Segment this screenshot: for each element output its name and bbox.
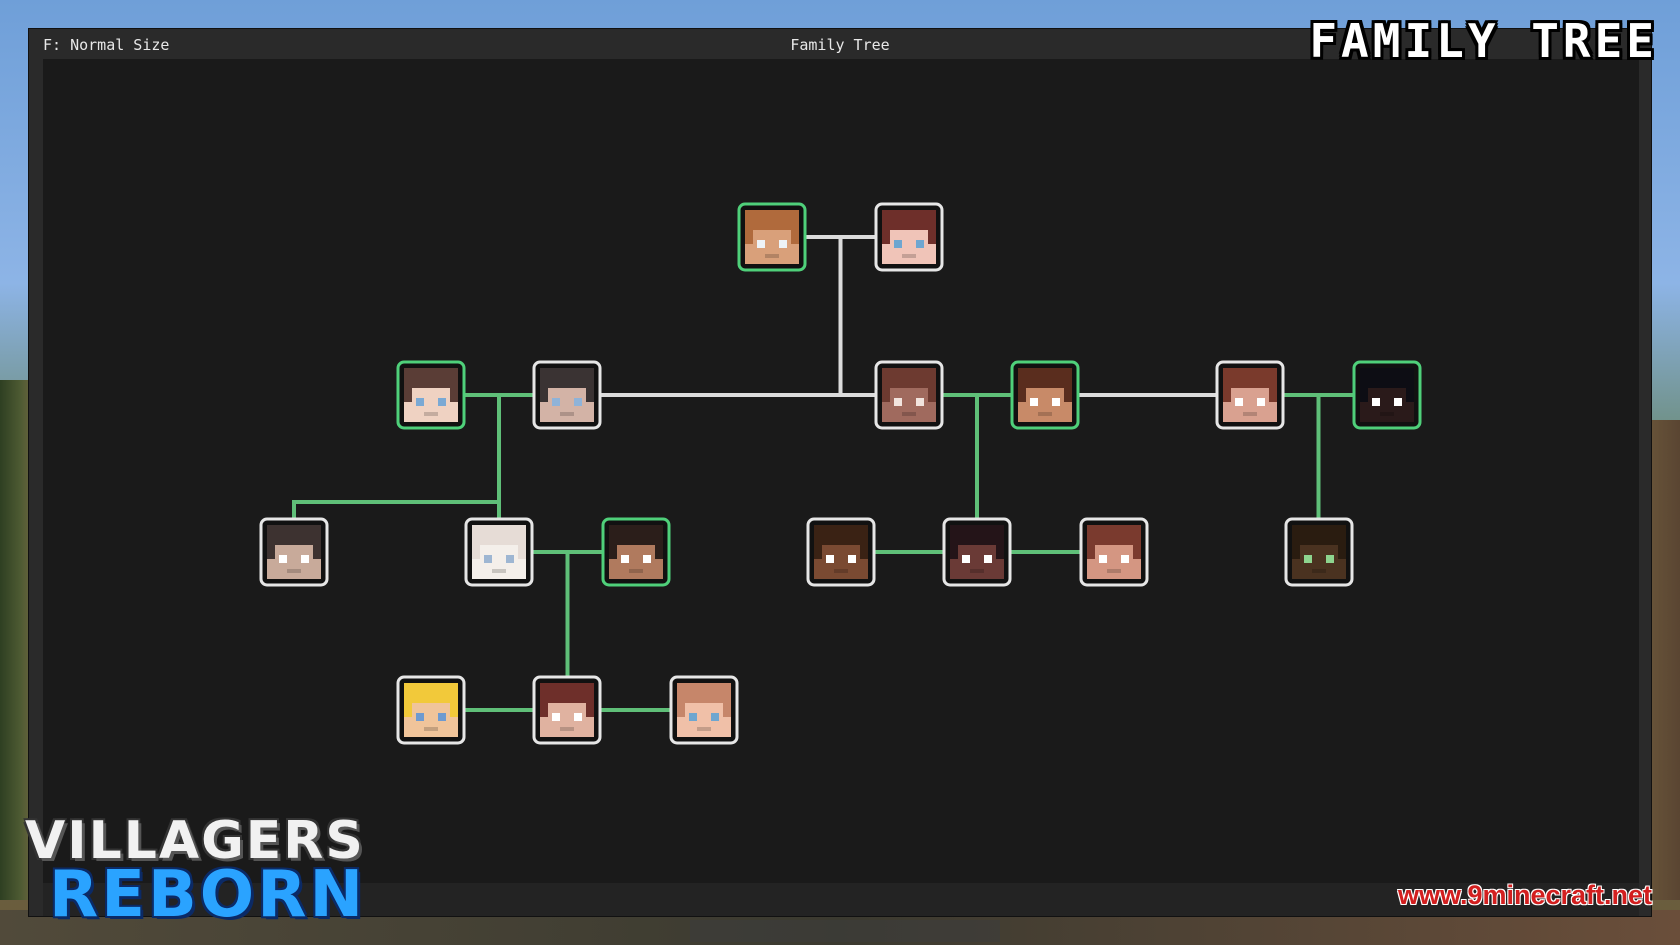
villager-node-p1[interactable] [737, 202, 807, 272]
mod-logo: VILLAGERS REBORN [25, 815, 366, 927]
villager-face-icon [677, 683, 731, 737]
villager-node-g7[interactable] [1284, 517, 1354, 587]
villager-face-icon [472, 525, 526, 579]
corner-title: FAMILY TREE [1309, 14, 1658, 68]
villager-face-icon [814, 525, 868, 579]
villager-node-c4[interactable] [1010, 360, 1080, 430]
tree-canvas[interactable] [43, 59, 1639, 885]
villager-node-c2[interactable] [532, 360, 602, 430]
family-tree-graph[interactable] [43, 59, 1639, 885]
villager-node-g2[interactable] [464, 517, 534, 587]
villager-face-icon [1087, 525, 1141, 579]
site-watermark: www.9minecraft.net [1397, 880, 1652, 910]
villager-node-k3[interactable] [669, 675, 739, 745]
villager-node-c3[interactable] [874, 360, 944, 430]
villager-node-g1[interactable] [259, 517, 329, 587]
villager-face-icon [267, 525, 321, 579]
family-tree-window: F: Normal Size Family Tree [28, 28, 1652, 917]
villager-node-c5[interactable] [1215, 360, 1285, 430]
villager-face-icon [404, 368, 458, 422]
villager-face-icon [1360, 368, 1414, 422]
villager-face-icon [404, 683, 458, 737]
villager-node-g3[interactable] [601, 517, 671, 587]
villager-face-icon [1223, 368, 1277, 422]
villager-node-c6[interactable] [1352, 360, 1422, 430]
villager-face-icon [882, 368, 936, 422]
villager-face-icon [609, 525, 663, 579]
villager-node-p2[interactable] [874, 202, 944, 272]
villager-face-icon [1018, 368, 1072, 422]
hotbar [690, 920, 1000, 942]
logo-line-2: REBORN [49, 858, 367, 932]
villager-node-c1[interactable] [396, 360, 466, 430]
villager-node-g5[interactable] [942, 517, 1012, 587]
villager-node-g6[interactable] [1079, 517, 1149, 587]
villager-node-k1[interactable] [396, 675, 466, 745]
villager-face-icon [1292, 525, 1346, 579]
villager-face-icon [540, 368, 594, 422]
villager-face-icon [950, 525, 1004, 579]
villager-face-icon [745, 210, 799, 264]
villager-face-icon [882, 210, 936, 264]
villager-node-g4[interactable] [806, 517, 876, 587]
villager-face-icon [540, 683, 594, 737]
villager-node-k2[interactable] [532, 675, 602, 745]
